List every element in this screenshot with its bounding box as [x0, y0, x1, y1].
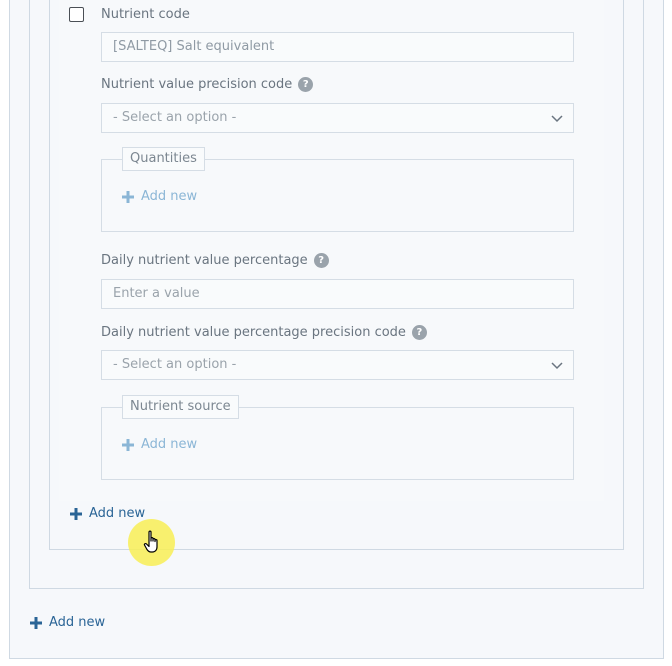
precision-code-select[interactable]: - Select an option -	[101, 103, 574, 133]
daily-percentage-placeholder: Enter a value	[113, 286, 200, 301]
nutrient-add-new-button[interactable]: Add new	[70, 506, 145, 521]
hand-cursor-icon	[143, 530, 158, 553]
chevron-down-icon	[551, 362, 563, 370]
daily-precision-code-placeholder: - Select an option -	[113, 357, 237, 372]
nutrient-item-checkbox[interactable]	[69, 7, 84, 22]
quantities-add-new-label: Add new	[141, 189, 198, 204]
precision-code-label: Nutrient value precision code?	[101, 77, 314, 92]
help-icon[interactable]: ?	[411, 325, 427, 340]
help-icon[interactable]: ?	[298, 77, 314, 92]
precision-code-label-text: Nutrient value precision code	[101, 77, 293, 92]
daily-precision-code-label: Daily nutrient value percentage precisio…	[101, 325, 427, 340]
plus-icon	[122, 190, 134, 203]
nutrient-source-fieldset: Nutrient source Add new	[101, 395, 574, 480]
quantities-add-new-button[interactable]: Add new	[122, 189, 197, 204]
nutrient-code-value: [SALTEQ] Salt equivalent	[113, 39, 275, 54]
plus-icon	[70, 507, 82, 520]
quantities-legend: Quantities	[122, 147, 205, 171]
chevron-down-icon	[551, 115, 563, 123]
precision-code-placeholder: - Select an option -	[113, 110, 237, 125]
nutrient-source-legend: Nutrient source	[122, 395, 239, 419]
quantities-fieldset: Quantities Add new	[101, 147, 574, 232]
daily-precision-code-label-text: Daily nutrient value percentage precisio…	[101, 325, 406, 340]
help-icon[interactable]: ?	[313, 253, 329, 268]
nutrient-code-label: Nutrient code	[101, 7, 190, 22]
daily-precision-code-select[interactable]: - Select an option -	[101, 350, 574, 380]
plus-icon	[122, 438, 134, 451]
nutrient-source-add-new-label: Add new	[141, 437, 198, 452]
daily-percentage-label: Daily nutrient value percentage?	[101, 253, 329, 268]
outer-add-new-button[interactable]: Add new	[30, 615, 105, 630]
nutrient-code-field: [SALTEQ] Salt equivalent	[101, 32, 574, 62]
nutrient-add-new-label: Add new	[89, 506, 146, 521]
outer-add-new-label: Add new	[49, 615, 106, 630]
nutrient-source-add-new-button[interactable]: Add new	[122, 437, 197, 452]
plus-icon	[30, 616, 42, 629]
daily-percentage-label-text: Daily nutrient value percentage	[101, 253, 308, 268]
daily-percentage-input[interactable]: Enter a value	[101, 279, 574, 309]
